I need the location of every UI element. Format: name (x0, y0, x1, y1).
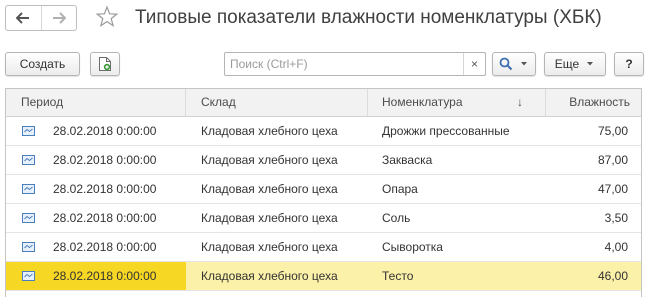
favorite-button[interactable] (95, 5, 119, 32)
nomenclature-cell: Сыворотка (382, 240, 443, 254)
period-value: 28.02.2018 0:00:00 (53, 153, 157, 167)
humidity-cell: 4,00 (604, 240, 628, 254)
sort-descending-icon: ↓ (517, 95, 523, 109)
period-cell: 28.02.2018 0:00:00 (6, 146, 186, 174)
humidity-table: Период Склад Номенклатура ↓ Влажность 28… (5, 88, 642, 297)
register-record-icon (22, 271, 35, 281)
sklad-cell: Кладовая хлебного цеха (201, 269, 338, 283)
period-cell: 28.02.2018 0:00:00 (6, 204, 186, 232)
copy-button[interactable] (90, 52, 120, 76)
table-row[interactable]: 28.02.2018 0:00:00 Кладовая хлебного цех… (6, 117, 641, 146)
nomenclature-cell: Соль (382, 211, 411, 225)
star-icon (95, 5, 119, 27)
column-label: Склад (201, 95, 236, 109)
window-header: Типовые показатели влажности номенклатур… (0, 0, 649, 40)
period-value: 28.02.2018 0:00:00 (53, 211, 157, 225)
sklad-cell: Кладовая хлебного цеха (201, 182, 338, 196)
column-label: Номенклатура (382, 95, 463, 109)
period-value: 28.02.2018 0:00:00 (53, 269, 157, 283)
period-cell: 28.02.2018 0:00:00 (6, 262, 186, 290)
close-icon: × (470, 57, 478, 71)
help-button[interactable]: ? (614, 52, 644, 76)
column-label: Влажность (569, 95, 630, 109)
copy-document-icon (99, 57, 111, 71)
register-record-icon (22, 126, 35, 136)
more-button[interactable]: Еще (544, 52, 606, 76)
sklad-cell: Кладовая хлебного цеха (201, 153, 338, 167)
register-record-icon (22, 184, 35, 194)
table-row-selected[interactable]: 28.02.2018 0:00:00 Кладовая хлебного цех… (6, 262, 641, 291)
column-header-nomenclature[interactable]: Номенклатура ↓ (368, 89, 546, 116)
table-row[interactable]: 28.02.2018 0:00:00 Кладовая хлебного цех… (6, 175, 641, 204)
column-label: Период (21, 95, 64, 109)
clear-search-button[interactable]: × (463, 53, 485, 75)
page-title: Типовые показатели влажности номенклатур… (135, 7, 602, 28)
nomenclature-cell: Дрожжи прессованные (382, 124, 510, 138)
sklad-cell: Кладовая хлебного цеха (201, 211, 338, 225)
humidity-cell: 3,50 (604, 211, 628, 225)
column-header-period[interactable]: Период (6, 89, 186, 116)
table-row[interactable]: 28.02.2018 0:00:00 Кладовая хлебного цех… (6, 233, 641, 262)
find-button[interactable] (492, 52, 536, 76)
column-header-sklad[interactable]: Склад (186, 89, 368, 116)
register-record-icon (22, 213, 35, 223)
search-input[interactable]: Поиск (Ctrl+F) × (224, 52, 486, 76)
period-cell: 28.02.2018 0:00:00 (6, 233, 186, 261)
nomenclature-cell: Тесто (382, 269, 414, 283)
command-bar: Создать Поиск (Ctrl+F) × Еще ? (0, 50, 649, 78)
humidity-cell: 46,00 (597, 269, 628, 283)
nomenclature-cell: Закваска (382, 153, 433, 167)
register-record-icon (22, 155, 35, 165)
nomenclature-cell: Опара (382, 182, 418, 196)
chevron-down-icon (521, 62, 527, 66)
register-record-icon (22, 242, 35, 252)
create-button[interactable]: Создать (5, 52, 80, 76)
period-value: 28.02.2018 0:00:00 (53, 182, 157, 196)
column-header-humidity[interactable]: Влажность (546, 89, 641, 116)
arrow-left-icon (16, 12, 30, 24)
table-header: Период Склад Номенклатура ↓ Влажность (6, 89, 641, 117)
arrow-right-icon (52, 12, 66, 24)
navigation-buttons (5, 5, 77, 31)
humidity-cell: 87,00 (597, 153, 628, 167)
period-cell: 28.02.2018 0:00:00 (6, 175, 186, 203)
sklad-cell: Кладовая хлебного цеха (201, 124, 338, 138)
search-icon (499, 57, 513, 71)
table-row[interactable]: 28.02.2018 0:00:00 Кладовая хлебного цех… (6, 146, 641, 175)
period-value: 28.02.2018 0:00:00 (53, 124, 157, 138)
forward-button[interactable] (40, 6, 76, 30)
period-value: 28.02.2018 0:00:00 (53, 240, 157, 254)
table-row[interactable]: 28.02.2018 0:00:00 Кладовая хлебного цех… (6, 204, 641, 233)
search-placeholder: Поиск (Ctrl+F) (230, 57, 308, 71)
sklad-cell: Кладовая хлебного цеха (201, 240, 338, 254)
humidity-cell: 75,00 (597, 124, 628, 138)
back-button[interactable] (6, 6, 41, 30)
more-label: Еще (554, 57, 580, 71)
period-cell: 28.02.2018 0:00:00 (6, 117, 186, 145)
chevron-down-icon (587, 62, 594, 66)
humidity-cell: 47,00 (597, 182, 628, 196)
